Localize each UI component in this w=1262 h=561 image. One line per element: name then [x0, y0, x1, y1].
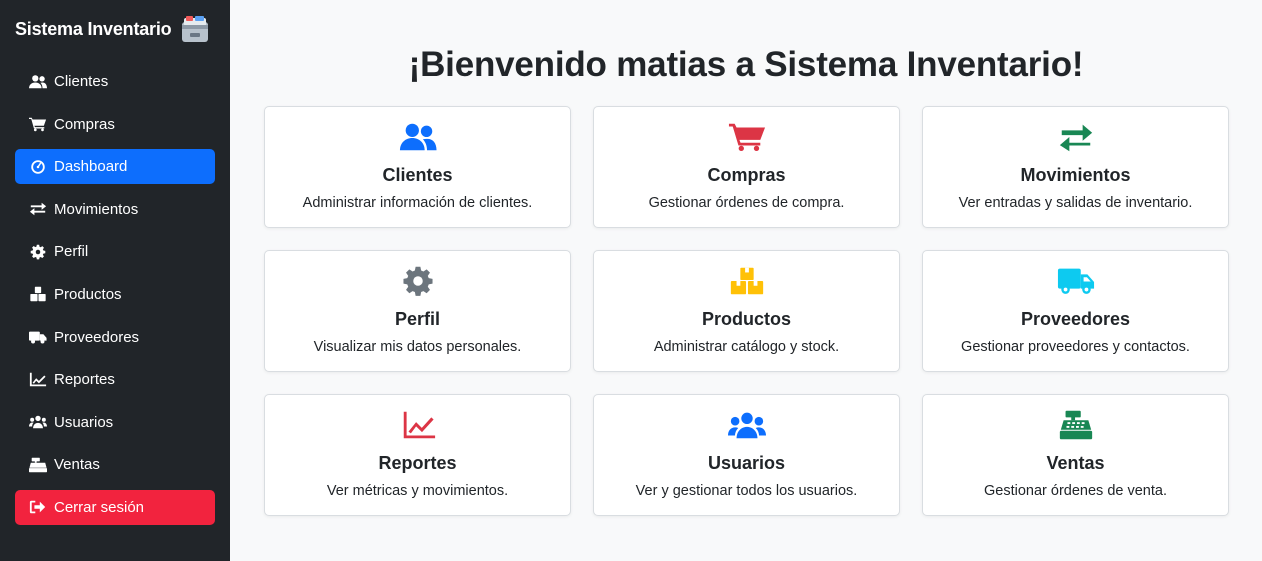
cash-register-icon: [28, 457, 48, 473]
card-description: Ver métricas y movimientos.: [326, 483, 509, 499]
brand[interactable]: Sistema Inventario: [15, 14, 210, 44]
swap-arrows-icon: [923, 121, 1228, 153]
truck-icon: [923, 265, 1228, 297]
gear-icon: [265, 265, 570, 297]
card-title: Usuarios: [707, 453, 786, 473]
logout-label: Cerrar sesión: [54, 498, 145, 516]
sidebar-item-usuarios[interactable]: Usuarios: [15, 405, 215, 440]
sidebar-item-movimientos[interactable]: Movimientos: [15, 192, 215, 227]
sidebar: Sistema Inventario Clientes Compras Dash…: [0, 0, 230, 561]
sidebar-item-label: Clientes: [54, 73, 109, 90]
sidebar-item-proveedores[interactable]: Proveedores: [15, 320, 215, 355]
card-compras[interactable]: Compras Gestionar órdenes de compra.: [593, 106, 900, 228]
chart-line-icon: [265, 409, 570, 441]
users-icon: [28, 74, 48, 90]
gauge-icon: [28, 159, 48, 175]
sidebar-item-label: Usuarios: [54, 413, 114, 431]
card-ventas[interactable]: Ventas Gestionar órdenes de venta.: [922, 394, 1229, 516]
card-title: Reportes: [378, 453, 457, 473]
chart-line-icon: [28, 372, 48, 388]
logout-icon: [28, 499, 48, 515]
card-description: Administrar información de clientes.: [302, 195, 533, 211]
card-clientes[interactable]: Clientes Administrar información de clie…: [264, 106, 571, 228]
swap-arrows-icon: [28, 201, 48, 217]
card-description: Visualizar mis datos personales.: [313, 339, 522, 355]
card-title: Ventas: [1046, 453, 1105, 473]
card-title: Perfil: [394, 309, 441, 329]
logout-button[interactable]: Cerrar sesión: [15, 489, 215, 525]
sidebar-item-compras[interactable]: Compras: [15, 107, 215, 142]
card-description: Gestionar proveedores y contactos.: [961, 339, 1190, 355]
sidebar-item-label: Reportes: [54, 371, 115, 389]
page-title: ¡Bienvenido matias a Sistema Inventario!: [408, 45, 1084, 84]
sidebar-item-label: Perfil: [54, 243, 89, 261]
card-proveedores[interactable]: Proveedores Gestionar proveedores y cont…: [922, 250, 1229, 372]
card-description: Administrar catálogo y stock.: [653, 339, 840, 355]
cart-icon: [28, 116, 48, 132]
card-perfil[interactable]: Perfil Visualizar mis datos personales.: [264, 250, 571, 372]
sidebar-item-reportes[interactable]: Reportes: [15, 362, 215, 397]
sidebar-nav: Clientes Compras Dashboard Movimientos P…: [15, 64, 215, 533]
users-icon: [265, 121, 570, 153]
sidebar-item-label: Proveedores: [54, 328, 140, 346]
card-productos[interactable]: Productos Administrar catálogo y stock.: [593, 250, 900, 372]
sidebar-item-label: Productos: [54, 285, 122, 303]
card-description: Ver entradas y salidas de inventario.: [958, 195, 1193, 211]
sidebar-item-dashboard[interactable]: Dashboard: [15, 149, 215, 185]
users-group-icon: [594, 409, 899, 441]
sidebar-item-label: Ventas: [54, 456, 100, 474]
boxes-icon: [594, 265, 899, 297]
card-description: Gestionar órdenes de compra.: [648, 195, 845, 211]
card-usuarios[interactable]: Usuarios Ver y gestionar todos los usuar…: [593, 394, 900, 516]
card-file-box-icon: [180, 14, 210, 44]
card-title: Movimientos: [1020, 165, 1131, 185]
sidebar-item-ventas[interactable]: Ventas: [15, 447, 215, 482]
users-group-icon: [28, 414, 48, 430]
sidebar-item-label: Compras: [54, 115, 115, 133]
sidebar-item-label: Dashboard: [54, 158, 128, 176]
sidebar-item-productos[interactable]: Productos: [15, 277, 215, 312]
card-title: Compras: [707, 165, 786, 185]
card-reportes[interactable]: Reportes Ver métricas y movimientos.: [264, 394, 571, 516]
sidebar-item-clientes[interactable]: Clientes: [15, 64, 215, 99]
card-movimientos[interactable]: Movimientos Ver entradas y salidas de in…: [922, 106, 1229, 228]
card-title: Clientes: [382, 165, 453, 185]
sidebar-item-perfil[interactable]: Perfil: [15, 234, 215, 269]
card-description: Gestionar órdenes de venta.: [984, 483, 1167, 499]
sidebar-item-label: Movimientos: [54, 200, 139, 218]
main-content: ¡Bienvenido matias a Sistema Inventario!…: [230, 0, 1262, 561]
boxes-icon: [28, 286, 48, 302]
truck-icon: [28, 329, 48, 345]
cash-register-icon: [923, 409, 1228, 441]
cart-icon: [594, 121, 899, 153]
brand-title: Sistema Inventario: [15, 18, 172, 39]
card-description: Ver y gestionar todos los usuarios.: [635, 483, 858, 499]
card-title: Productos: [701, 309, 791, 329]
gear-icon: [28, 244, 48, 260]
card-title: Proveedores: [1020, 309, 1131, 329]
